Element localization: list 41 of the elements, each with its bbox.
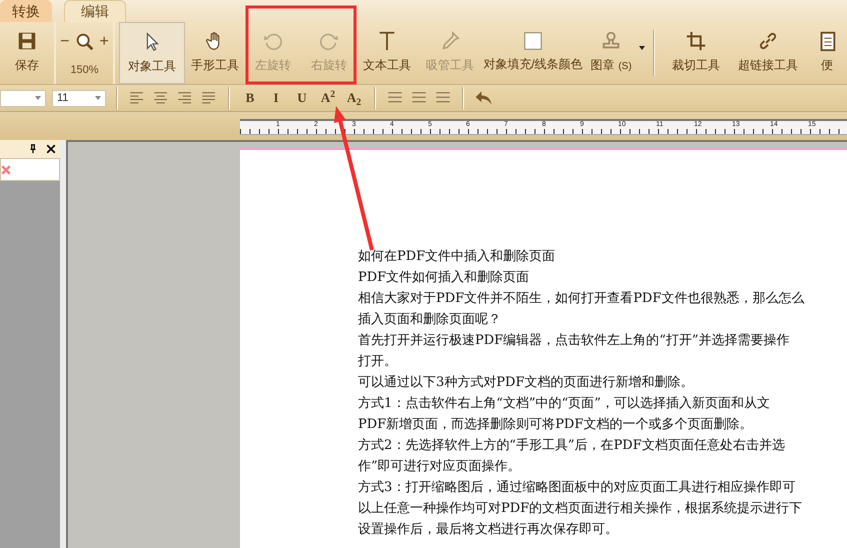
document-text-line: 打开。 <box>358 353 398 371</box>
dropdown-caret-icon[interactable] <box>639 46 646 50</box>
tool-button[interactable]: 超链接工具 <box>729 22 807 84</box>
format-button[interactable]: B <box>240 88 260 108</box>
document-text-line: 首先打开并运行极速PDF编辑器，点击软件左上角的“打开”并选择需要操作 <box>358 332 790 350</box>
close-icon[interactable] <box>46 144 56 154</box>
tool-button[interactable]: 裁切工具 <box>663 22 729 84</box>
document-text-line: 作”即可进行对应页面操作。 <box>358 458 522 476</box>
document-text-line: 相信大家对于PDF文件并不陌生，如何打开查看PDF文件也很熟悉，那么怎么 <box>358 290 806 308</box>
error-icon <box>1 164 11 174</box>
tab[interactable]: 转换 <box>0 0 52 22</box>
font-size-dropdown[interactable]: 11 <box>52 90 106 106</box>
tool-button[interactable]: 对象工具 <box>119 22 186 84</box>
format-button[interactable]: A$_{2}$ <box>344 88 364 108</box>
document-text-line: PDF文件如何插入和删除页面 <box>358 269 530 287</box>
zoom-level: 150% <box>70 63 99 78</box>
tool-button[interactable]: 保存 <box>4 22 50 84</box>
tab[interactable]: 编辑 <box>64 0 126 22</box>
format-button[interactable]: A$^{2}$ <box>318 88 338 108</box>
format-button[interactable]: I <box>266 88 286 108</box>
zoom-out-button[interactable]: − <box>60 30 70 54</box>
document-text-line: 设置操作后，最后将文档进行再次保存即可。 <box>358 521 619 539</box>
document-text-line: 方式1：点击软件右上角“文档”中的“页面”，可以选择插入新页面和从文 <box>358 395 771 413</box>
document-text-line: 方式3：打开缩略图后，通过缩略图面板中的对应页面工具进行相应操作即可 <box>358 479 796 497</box>
document-text-line: 可以通过以下3种方式对PDF文档的页面进行新增和删除。 <box>358 374 694 392</box>
tool-button[interactable]: 图章 (S) <box>583 22 640 84</box>
format-button[interactable]: U <box>292 88 312 108</box>
square-icon <box>522 30 544 52</box>
document-text-line: 以上任意一种操作均可对PDF的文档页面进行相关操作，根据系统提示进行下 <box>358 500 804 518</box>
crop-icon <box>685 30 707 52</box>
document-text-line: 如何在PDF文件中插入和删除页面 <box>358 248 556 266</box>
zoom-in-button[interactable]: + <box>100 30 109 54</box>
tool-button[interactable]: 文本工具 <box>357 22 418 84</box>
document-text-line: PDF新增页面，而选择删除则可将PDF文档的一个或多个页面删除。 <box>358 416 754 434</box>
tool-button[interactable]: 便 <box>807 22 847 84</box>
link-icon <box>757 30 779 52</box>
document-text-line: 方式2：先选择软件上方的“手形工具”后，在PDF文档页面任意处右击并选 <box>358 437 786 455</box>
document-text-line: 插入页面和删除页面呢？ <box>358 311 502 329</box>
tool-button[interactable]: 手形工具 <box>185 22 246 84</box>
pin-icon <box>28 144 38 154</box>
tool-button[interactable]: 对象填充/线条颜色 <box>483 22 584 84</box>
